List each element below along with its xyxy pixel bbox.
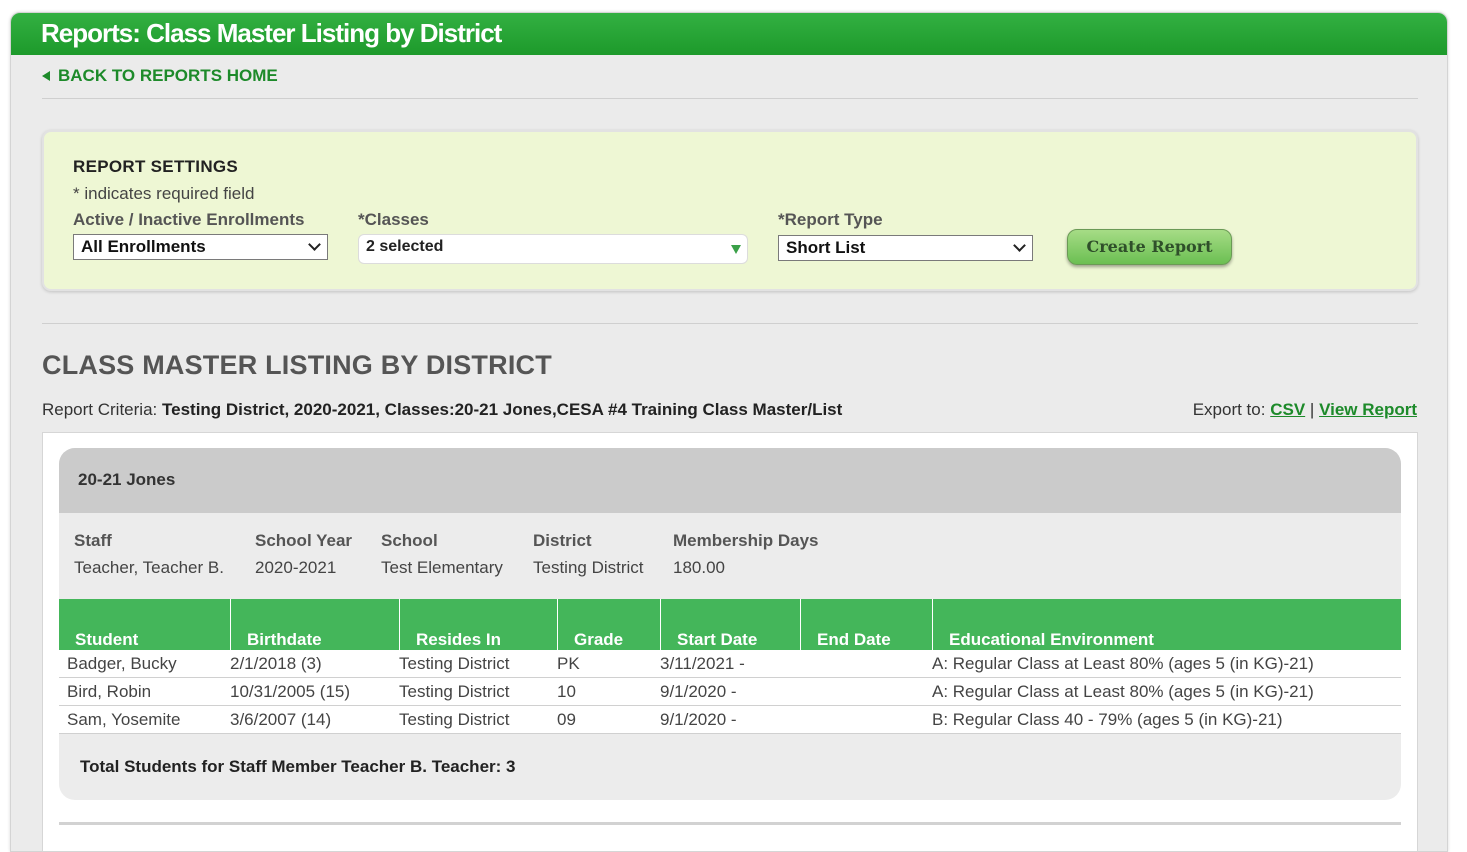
cell-student: Badger, Bucky [67, 654, 177, 673]
district-heading: District [533, 531, 592, 550]
cell-birthdate: 3/6/2007 (14) [230, 710, 332, 729]
cell-resides-in: Testing District [399, 654, 510, 673]
cell-start-date: 3/11/2021 - [660, 654, 745, 673]
membership-days-heading: Membership Days [673, 531, 819, 550]
cell-grade: PK [557, 654, 580, 673]
criteria-label: Report Criteria: [42, 400, 158, 419]
cell-birthdate: 10/31/2005 (15) [230, 682, 351, 701]
column-header-grade: Grade [557, 599, 660, 650]
report-output: 20-21 Jones Staff Teacher, Teacher B. Sc… [42, 432, 1418, 852]
report-type-label: *Report Type [778, 210, 883, 229]
cell-educational-environment: A: Regular Class at Least 80% (ages 5 (i… [932, 654, 1314, 673]
enrollments-value: All Enrollments [81, 237, 206, 256]
export-separator: | [1309, 400, 1315, 419]
report-window: Reports: Class Master Listing by Distric… [10, 12, 1448, 852]
back-link-label: BACK TO REPORTS HOME [58, 66, 278, 85]
cell-grade: 09 [557, 710, 576, 729]
cell-educational-environment: B: Regular Class 40 - 79% (ages 5 (in KG… [932, 710, 1283, 729]
export-label: Export to: [1192, 400, 1266, 419]
divider [42, 323, 1418, 324]
membership-days-value: 180.00 [673, 558, 725, 577]
column-header-end-date: End Date [800, 599, 932, 650]
required-note: * indicates required field [73, 184, 255, 203]
chevron-down-icon [308, 238, 321, 251]
export-csv-link[interactable]: CSV [1270, 400, 1305, 419]
student-table-header: Student Birthdate Resides In Grade Start… [59, 599, 1401, 650]
class-header: 20-21 Jones [59, 448, 1401, 513]
page-title: Reports: Class Master Listing by Distric… [11, 13, 1447, 55]
school-year-heading: School Year [255, 531, 353, 550]
table-row: Badger, Bucky 2/1/2018 (3) Testing Distr… [59, 650, 1401, 678]
back-arrow-icon [42, 71, 50, 81]
back-to-reports-link[interactable]: BACK TO REPORTS HOME [42, 66, 278, 86]
district-value: Testing District [533, 558, 644, 577]
classes-value: 2 selected [366, 238, 444, 255]
column-header-start-date: Start Date [660, 599, 800, 650]
dropdown-triangle-icon [731, 245, 741, 254]
report-heading: CLASS MASTER LISTING BY DISTRICT [42, 350, 552, 380]
classes-label: *Classes [358, 210, 429, 229]
report-type-value: Short List [786, 238, 866, 257]
divider [42, 98, 1418, 99]
staff-value: Teacher, Teacher B. [74, 558, 224, 577]
cell-resides-in: Testing District [399, 682, 510, 701]
divider [59, 822, 1401, 825]
cell-grade: 10 [557, 682, 576, 701]
column-header-educational-environment: Educational Environment [932, 599, 1401, 650]
total-students: Total Students for Staff Member Teacher … [80, 757, 516, 776]
table-row: Bird, Robin 10/31/2005 (15) Testing Dist… [59, 678, 1401, 706]
criteria-value: Testing District, 2020-2021, Classes:20-… [162, 400, 843, 419]
enrollments-select[interactable]: All Enrollments [73, 234, 328, 260]
settings-title: REPORT SETTINGS [73, 157, 239, 176]
report-criteria: Report Criteria: Testing District, 2020-… [42, 400, 842, 420]
class-name: 20-21 Jones [78, 470, 176, 489]
report-type-select[interactable]: Short List [778, 235, 1033, 261]
column-header-resides-in: Resides In [399, 599, 557, 650]
staff-heading: Staff [74, 531, 112, 550]
cell-resides-in: Testing District [399, 710, 510, 729]
school-heading: School [381, 531, 438, 550]
view-report-link[interactable]: View Report [1319, 400, 1417, 419]
column-header-birthdate: Birthdate [230, 599, 399, 650]
create-report-button[interactable]: Create Report [1067, 229, 1232, 265]
report-settings-panel: REPORT SETTINGS * indicates required fie… [42, 130, 1418, 291]
school-year-value: 2020-2021 [255, 558, 337, 577]
cell-start-date: 9/1/2020 - [660, 682, 737, 701]
classes-multiselect[interactable]: 2 selected [358, 234, 748, 264]
column-header-student: Student [75, 630, 139, 649]
enrollments-label: Active / Inactive Enrollments [73, 210, 305, 229]
class-card: 20-21 Jones Staff Teacher, Teacher B. Sc… [59, 448, 1401, 800]
cell-student: Sam, Yosemite [67, 710, 181, 729]
cell-birthdate: 2/1/2018 (3) [230, 654, 322, 673]
cell-student: Bird, Robin [67, 682, 152, 701]
cell-educational-environment: A: Regular Class at Least 80% (ages 5 (i… [932, 682, 1314, 701]
chevron-down-icon [1013, 239, 1026, 252]
export-links: Export to: CSV | View Report [1193, 400, 1417, 420]
school-value: Test Elementary [381, 558, 503, 577]
table-row: Sam, Yosemite 3/6/2007 (14) Testing Dist… [59, 706, 1401, 734]
cell-start-date: 9/1/2020 - [660, 710, 737, 729]
